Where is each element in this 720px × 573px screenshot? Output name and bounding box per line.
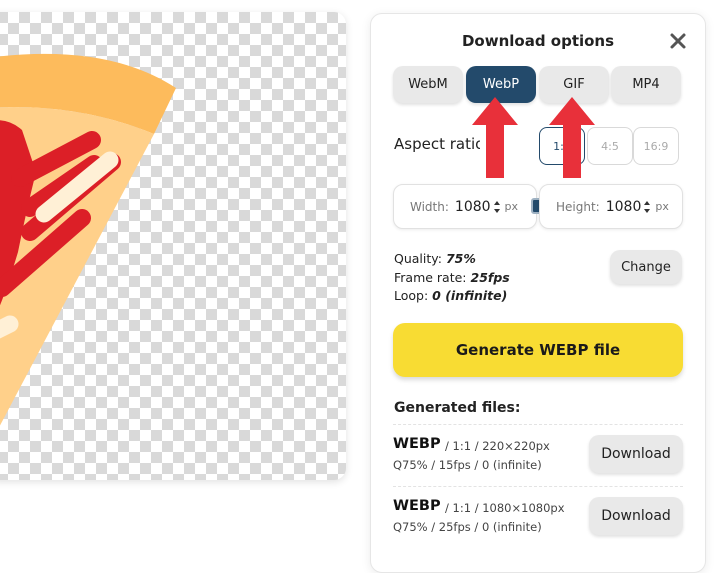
loop-label: Loop: — [394, 288, 429, 303]
pizza-illustration — [0, 53, 176, 426]
file-format: WEBP — [393, 498, 441, 514]
preview-canvas — [0, 12, 346, 480]
file-row: WEBP / 1:1 / 1080×1080px Q75% / 25fps / … — [393, 486, 683, 546]
height-unit: px — [655, 200, 669, 213]
width-field[interactable]: Width: 1080 px — [393, 184, 537, 229]
framerate-value: 25fps — [470, 269, 510, 285]
settings-summary: Quality: 75% Frame rate: 25fps Loop: 0 (… — [394, 250, 510, 306]
format-webm-button[interactable]: WebM — [393, 66, 463, 103]
quality-value: 75% — [445, 251, 476, 266]
width-value[interactable]: 1080 — [455, 199, 491, 215]
download-options-panel: Download options WebM WebP GIF MP4 Aspec… — [370, 13, 706, 573]
annotation-arrow-icon — [549, 97, 595, 178]
file-meta: / 1:1 / 1080×1080px — [445, 501, 565, 515]
height-label: Height: — [556, 199, 600, 214]
height-field[interactable]: Height: 1080 px — [539, 184, 683, 229]
download-button[interactable]: Download — [589, 497, 683, 535]
loop-value: 0 (infinite) — [432, 288, 508, 303]
framerate-label: Frame rate: — [394, 269, 467, 285]
file-meta: Q75% / 15fps / 0 (infinite) — [393, 458, 542, 472]
change-button[interactable]: Change — [610, 250, 682, 284]
file-format: WEBP — [393, 436, 441, 452]
download-button[interactable]: Download — [589, 435, 683, 473]
generate-button[interactable]: Generate WEBP file — [393, 323, 683, 377]
panel-title: Download options — [461, 32, 615, 50]
close-icon[interactable] — [669, 32, 687, 50]
aspect-ratio-label: Aspect ratio — [394, 135, 480, 153]
ratio-16-9-button[interactable]: 16:9 — [633, 127, 679, 165]
file-row: WEBP / 1:1 / 220×220px Q75% / 15fps / 0 … — [393, 424, 683, 484]
stepper-icon[interactable] — [643, 199, 651, 215]
file-meta: / 1:1 / 220×220px — [445, 439, 550, 453]
format-mp4-button[interactable]: MP4 — [611, 66, 681, 103]
quality-label: Quality: — [394, 251, 442, 266]
annotation-arrow-icon — [472, 97, 518, 178]
height-value[interactable]: 1080 — [606, 199, 642, 215]
file-meta: Q75% / 25fps / 0 (infinite) — [393, 520, 542, 534]
stepper-icon[interactable] — [493, 199, 501, 215]
format-selector: WebM WebP GIF MP4 — [393, 66, 683, 104]
width-label: Width: — [410, 199, 449, 214]
generated-files-title: Generated files: — [394, 400, 521, 416]
width-unit: px — [504, 200, 519, 213]
